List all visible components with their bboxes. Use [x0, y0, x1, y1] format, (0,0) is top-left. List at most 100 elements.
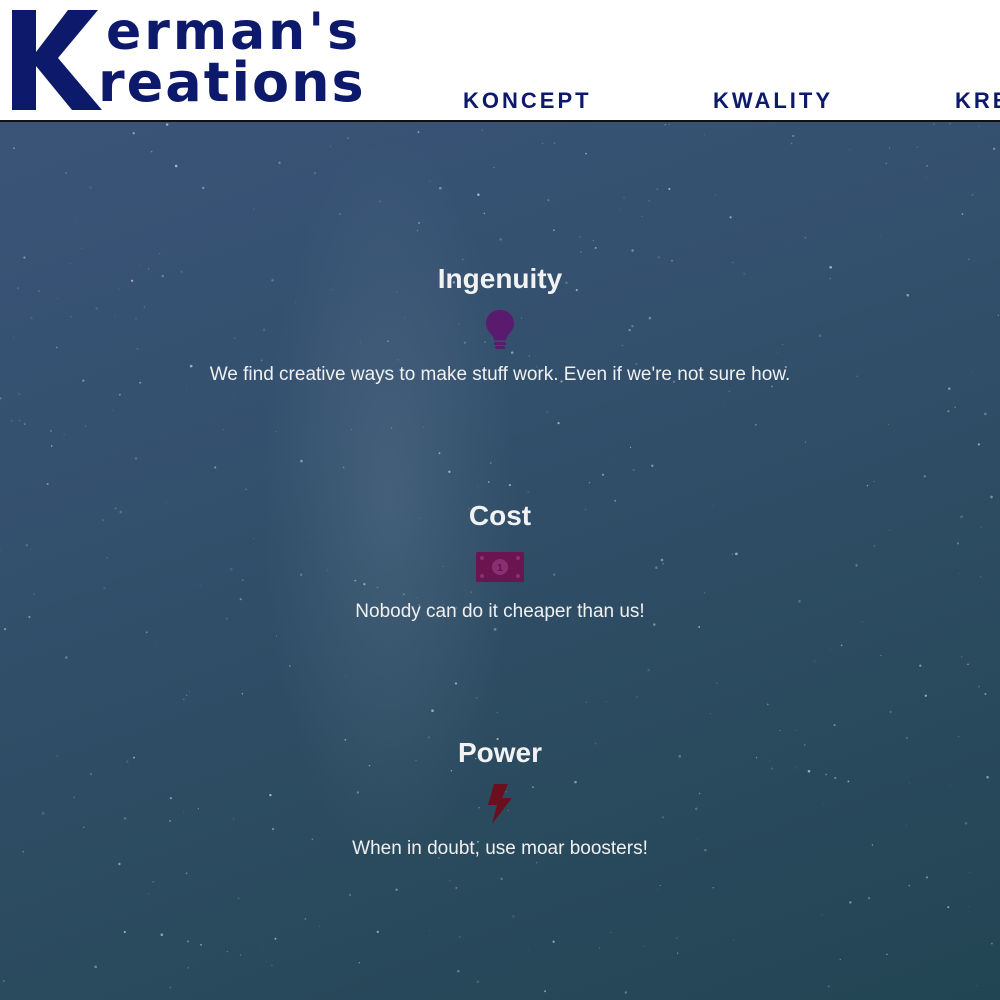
star — [779, 729, 781, 732]
star — [145, 631, 148, 634]
star — [429, 180, 431, 182]
star — [245, 488, 247, 490]
star — [967, 663, 969, 666]
star — [546, 411, 548, 413]
star — [656, 888, 659, 890]
star — [629, 446, 632, 449]
star — [154, 646, 156, 648]
star — [813, 660, 816, 663]
star — [418, 221, 421, 224]
star — [585, 152, 587, 155]
star — [3, 627, 7, 631]
star — [330, 145, 331, 147]
star — [839, 958, 842, 961]
star — [187, 967, 189, 969]
star — [288, 665, 291, 667]
star — [119, 393, 121, 396]
star — [886, 953, 888, 956]
star — [619, 208, 620, 210]
star — [493, 167, 495, 169]
star — [123, 930, 126, 934]
feature-power: Power When in doubt, use moar boosters! — [0, 736, 1000, 860]
star — [821, 914, 823, 916]
star — [23, 256, 26, 259]
star — [490, 462, 492, 464]
star — [933, 123, 935, 125]
star — [461, 258, 464, 261]
star — [605, 701, 607, 703]
star — [275, 430, 277, 433]
star — [925, 876, 929, 879]
star — [169, 986, 172, 989]
star — [476, 980, 480, 984]
star — [477, 193, 480, 196]
star — [50, 430, 52, 432]
star — [704, 134, 705, 136]
star — [580, 251, 582, 253]
star — [924, 694, 927, 697]
star — [668, 123, 670, 126]
star — [448, 470, 451, 473]
star — [908, 884, 911, 887]
star — [547, 199, 550, 202]
star — [948, 387, 951, 390]
star — [10, 419, 13, 422]
nav-item-koncept[interactable]: KONCEPT — [463, 88, 592, 114]
star — [422, 426, 424, 428]
star — [923, 475, 927, 478]
star — [477, 485, 479, 487]
star — [222, 428, 224, 431]
star — [89, 186, 92, 189]
star — [457, 969, 460, 973]
star — [186, 694, 188, 697]
star — [971, 193, 974, 197]
nav-item-kwality[interactable]: KWALITY — [713, 88, 833, 114]
star — [698, 626, 701, 628]
star — [449, 879, 451, 882]
star — [827, 985, 830, 988]
star — [840, 644, 843, 647]
star — [0, 397, 2, 400]
star — [85, 425, 87, 427]
star — [849, 149, 851, 150]
star — [500, 877, 503, 881]
star — [19, 420, 21, 421]
money-bill-icon: 1 — [476, 551, 524, 582]
star — [342, 466, 345, 469]
nav-item-kre[interactable]: KRE — [955, 88, 1000, 114]
star — [294, 998, 295, 1000]
star — [977, 443, 980, 446]
star — [304, 917, 307, 920]
star — [94, 965, 97, 969]
star — [201, 186, 205, 190]
star — [885, 162, 888, 165]
star — [278, 161, 281, 164]
star — [978, 685, 980, 688]
star — [609, 459, 611, 460]
star — [585, 701, 588, 704]
star — [795, 729, 797, 731]
star — [455, 886, 458, 889]
star — [46, 482, 49, 486]
star — [552, 940, 555, 943]
star — [552, 229, 555, 232]
star — [275, 635, 277, 637]
star — [659, 884, 661, 887]
star — [376, 930, 379, 934]
star — [75, 217, 77, 219]
star — [438, 186, 442, 190]
star — [984, 693, 987, 695]
star — [344, 675, 346, 676]
star — [631, 249, 634, 252]
star — [233, 398, 235, 400]
star — [271, 964, 273, 967]
star — [159, 252, 161, 255]
star — [542, 143, 544, 144]
star — [599, 947, 601, 949]
star — [351, 428, 353, 430]
star — [319, 925, 321, 927]
star — [416, 230, 419, 232]
star — [873, 481, 875, 483]
star — [183, 698, 185, 700]
star — [493, 628, 497, 631]
